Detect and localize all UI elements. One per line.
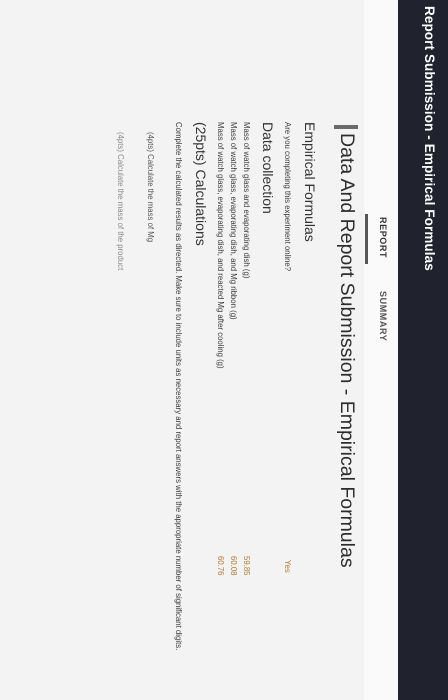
section-data-collection: Data collection [260, 122, 276, 214]
app-title: Report Submission - Empirical Formulas [422, 6, 437, 271]
tab-report[interactable]: REPORT [378, 217, 388, 258]
top-bar: Report Submission - Empirical Formulas [398, 0, 448, 700]
calc-item-mass-mg[interactable]: (4pts) Calculate the mass of Mg [146, 132, 155, 242]
data-row-label: Mass of watch glass and evaporating dish… [242, 122, 251, 279]
report-page: Report Submission - Empirical Formulas R… [0, 0, 448, 700]
data-row-value[interactable]: 60.76 [216, 556, 225, 576]
data-row-value[interactable]: 60.08 [229, 556, 238, 576]
tab-bar: REPORT SUMMARY [363, 0, 398, 700]
active-tab-indicator [365, 214, 368, 264]
online-answer[interactable]: Yes [283, 560, 292, 573]
title-accent-bar [334, 125, 358, 129]
calculations-instructions: Complete the calculated results as direc… [174, 122, 183, 651]
section-calculations: (25pts) Calculations [193, 122, 209, 246]
online-question: Are you completing this experiment onlin… [283, 122, 292, 272]
report-content: Data And Report Submission - Empirical F… [0, 0, 364, 700]
data-row-label: Mass of watch glass, evaporating dish, a… [216, 122, 225, 369]
page-title: Data And Report Submission - Empirical F… [336, 133, 358, 568]
section-empirical-formulas: Empirical Formulas [302, 122, 318, 242]
calc-item-mass-product[interactable]: (4pts) Calculate the mass of the product [116, 132, 125, 270]
data-row-value[interactable]: 59.85 [242, 556, 251, 576]
tab-summary[interactable]: SUMMARY [378, 291, 388, 341]
data-row-label: Mass of watch glass, evaporating dish, a… [229, 122, 238, 320]
